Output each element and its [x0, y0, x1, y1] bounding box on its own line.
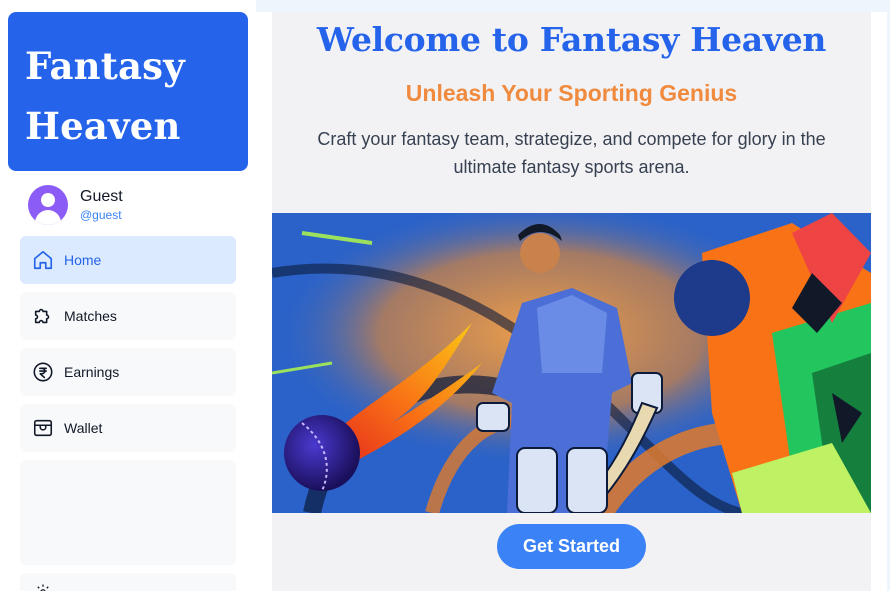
- sidebar-item-label: Earnings: [64, 364, 120, 380]
- home-icon: [32, 249, 54, 271]
- sidebar-item-earnings[interactable]: Earnings: [20, 348, 236, 396]
- sidebar-item-settings[interactable]: [20, 573, 236, 591]
- wallet-icon: [32, 417, 54, 439]
- main-panel: Welcome to Fantasy Heaven Unleash Your S…: [256, 12, 887, 591]
- avatar-body: [35, 210, 61, 225]
- get-started-button[interactable]: Get Started: [497, 524, 646, 569]
- hero-image: [272, 213, 871, 513]
- brand-title-line2: Heaven: [25, 104, 181, 148]
- sidebar-item-matches[interactable]: Matches: [20, 292, 236, 340]
- settings-icon: [37, 584, 49, 591]
- puzzle-icon: [32, 305, 54, 327]
- sidebar-item-label: Home: [64, 252, 102, 268]
- hero-section: Welcome to Fantasy Heaven Unleash Your S…: [272, 12, 871, 591]
- page-title: Welcome to Fantasy Heaven: [316, 20, 827, 59]
- profile-handle: @guest: [80, 208, 122, 222]
- sidebar-item-label: Matches: [64, 308, 117, 324]
- page-description: Craft your fantasy team, strategize, and…: [317, 129, 826, 177]
- sidebar-item-home[interactable]: Home: [20, 236, 236, 284]
- page-subtitle: Unleash Your Sporting Genius: [405, 80, 738, 106]
- avatar-head: [41, 193, 55, 207]
- sidebar: Fantasy Heaven Guest @guest Home Matches: [0, 0, 256, 591]
- brand-title-line1: Fantasy: [25, 44, 185, 88]
- brand-logo[interactable]: Fantasy Heaven: [8, 12, 248, 171]
- profile-name: Guest: [80, 188, 123, 205]
- sidebar-item-label: Wallet: [64, 420, 103, 436]
- sidebar-item-wallet[interactable]: Wallet: [20, 404, 236, 452]
- rupee-icon: [32, 361, 54, 383]
- avatar: [28, 185, 68, 225]
- user-profile[interactable]: Guest @guest: [28, 183, 238, 227]
- sidebar-empty-panel: [20, 460, 236, 565]
